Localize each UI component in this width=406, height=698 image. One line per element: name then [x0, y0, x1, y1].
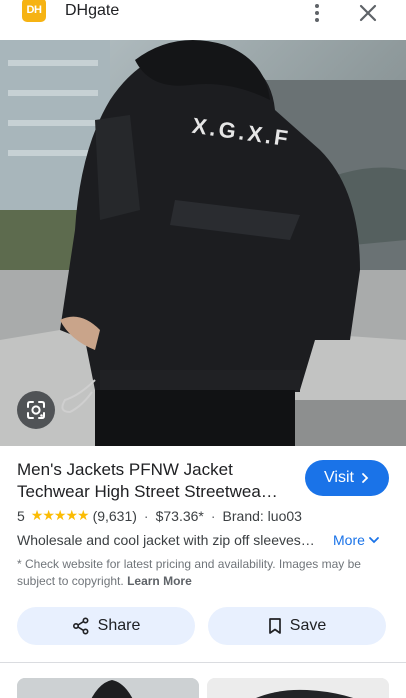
divider: [0, 662, 406, 663]
related-image-thumbnail[interactable]: [207, 678, 389, 698]
brand: Brand: luo03: [222, 507, 302, 524]
more-link[interactable]: More: [333, 532, 380, 548]
dhgate-logo: DH: [19, 0, 49, 26]
description-row: Wholesale and cool jacket with zip off s…: [17, 532, 389, 548]
separator: ·: [143, 507, 149, 524]
close-icon[interactable]: [355, 0, 381, 26]
site-name: DHgate: [65, 2, 120, 19]
rating-row: 5 ★★★★★ (9,631) · $73.36* · Brand: luo03: [17, 507, 302, 524]
share-label: Share: [97, 617, 141, 634]
visit-label: Visit: [324, 469, 354, 486]
product-title[interactable]: Men's Jackets PFNW Jacket Techwear High …: [17, 459, 297, 503]
rating-value: 5: [17, 507, 25, 524]
star-rating-icon: ★★★★★: [30, 507, 90, 523]
product-title-line2: Techwear High Street Streetwea…: [17, 482, 278, 501]
pricing-note: * Check website for latest pricing and a…: [17, 556, 389, 590]
share-button[interactable]: Share: [17, 607, 195, 645]
price: $73.36*: [155, 507, 204, 524]
logo-text: DH: [26, 4, 42, 16]
more-vert-icon[interactable]: [305, 0, 329, 26]
save-label: Save: [289, 617, 327, 634]
chevron-right-icon: [362, 473, 369, 483]
google-lens-icon[interactable]: [17, 391, 55, 429]
save-button[interactable]: Save: [208, 607, 386, 645]
visit-button[interactable]: Visit: [305, 460, 389, 496]
product-image[interactable]: X.G.X.F: [0, 40, 406, 446]
chevron-down-icon: [369, 537, 379, 544]
top-bar: DH DHgate: [0, 0, 406, 28]
share-icon: [72, 617, 89, 635]
bookmark-icon: [268, 618, 281, 634]
related-image-thumbnail[interactable]: [17, 678, 199, 698]
more-label: More: [333, 532, 365, 548]
description-text: Wholesale and cool jacket with zip off s…: [17, 532, 315, 548]
product-title-line1: Men's Jackets PFNW Jacket: [17, 460, 233, 479]
review-count: (9,631): [92, 507, 137, 524]
separator: ·: [210, 507, 216, 524]
learn-more-link[interactable]: Learn More: [127, 574, 192, 588]
